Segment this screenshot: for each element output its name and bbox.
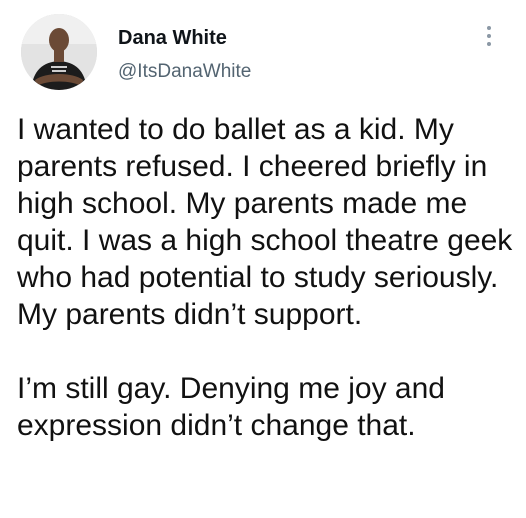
tweet-card: Dana White @ItsDanaWhite I wanted to do … [0,0,526,518]
avatar[interactable] [21,14,97,90]
user-handle[interactable]: @ItsDanaWhite [118,60,251,84]
tweet-text: I wanted to do ballet as a kid. My paren… [17,111,517,444]
tweet-paragraph-1: I wanted to do ballet as a kid. My paren… [17,113,513,331]
more-vertical-icon-dot [487,42,491,46]
more-vertical-icon-dot [487,34,491,38]
more-vertical-icon [487,26,491,30]
tweet-paragraph-2: I’m still gay. Denying me joy and expres… [17,372,445,442]
more-options-button[interactable] [478,20,500,52]
display-name[interactable]: Dana White [118,26,227,50]
profile-photo [21,14,97,90]
